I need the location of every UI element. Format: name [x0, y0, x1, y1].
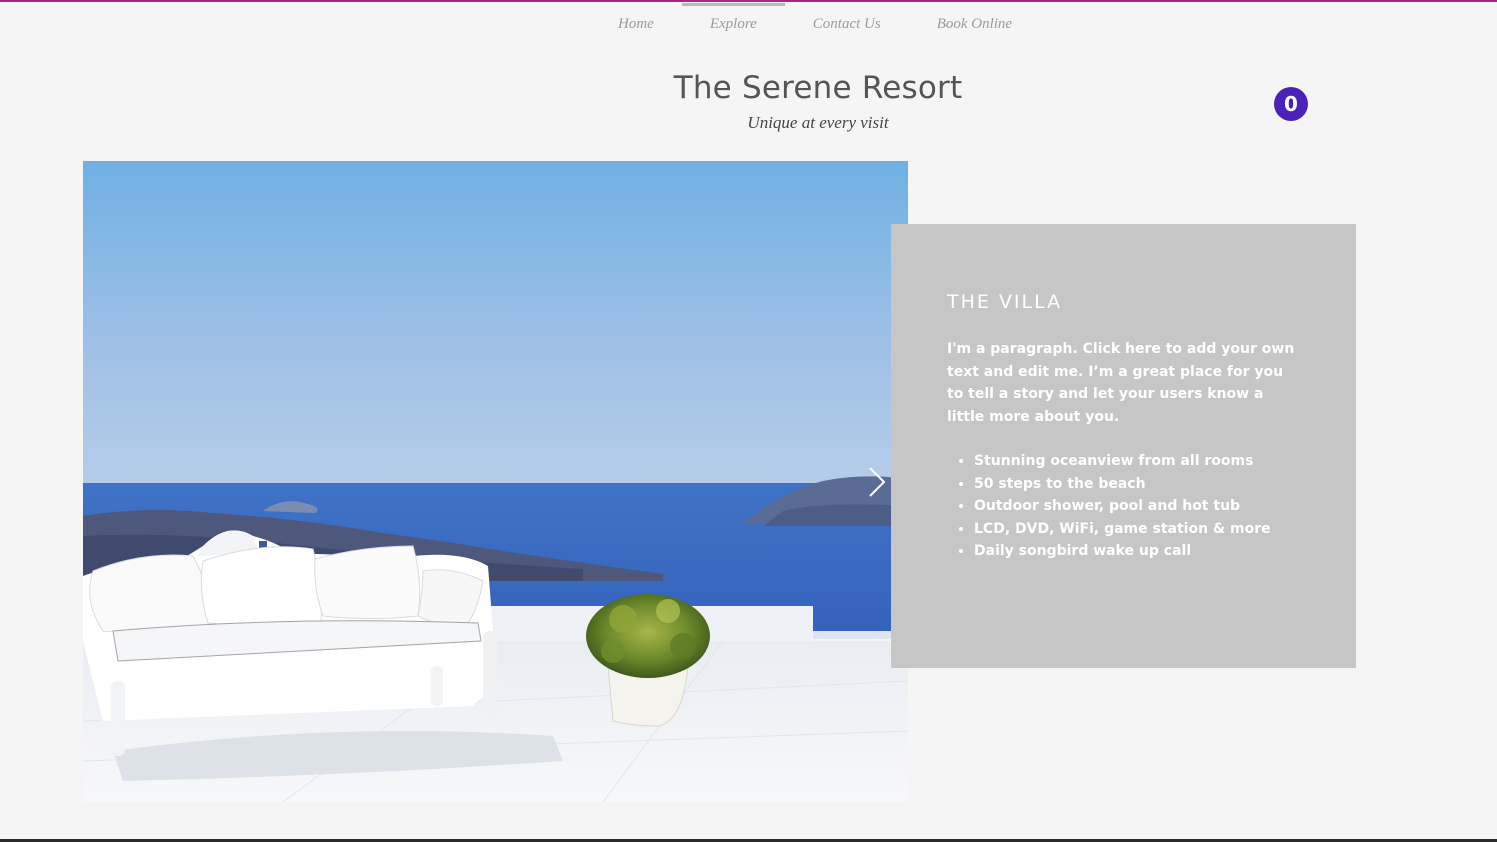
nav-home[interactable]: Home: [590, 3, 682, 43]
site-tagline: Unique at every visit: [747, 113, 889, 132]
feature-item: LCD, DVD, WiFi, game station & more: [974, 518, 1354, 541]
terrace-sea-view-image: [83, 161, 908, 802]
site-title[interactable]: The Serene Resort: [0, 70, 1497, 106]
top-accent-line: [0, 0, 1497, 2]
nav-contact-us[interactable]: Contact Us: [785, 3, 909, 43]
villa-features-list: Stunning oceanview from all rooms 50 ste…: [947, 450, 1354, 563]
chevron-right-icon: [869, 467, 886, 497]
slideshow-next-button[interactable]: [858, 462, 894, 502]
villa-title: THE VILLA: [947, 291, 1063, 313]
nav-explore[interactable]: Explore: [681, 3, 785, 43]
main-nav: Home Explore Contact Us Book Online: [590, 3, 1040, 43]
villa-info-box: THE VILLA I'm a paragraph. Click here to…: [891, 224, 1356, 668]
feature-item: Daily songbird wake up call: [974, 540, 1354, 563]
villa-slideshow[interactable]: [83, 161, 908, 802]
villa-paragraph: I'm a paragraph. Click here to add your …: [947, 341, 1295, 425]
feature-item: 50 steps to the beach: [974, 473, 1354, 496]
feature-item: Outdoor shower, pool and hot tub: [974, 495, 1354, 518]
nav-book-online[interactable]: Book Online: [909, 3, 1040, 43]
cart-count-badge[interactable]: 0: [1274, 87, 1308, 121]
feature-item: Stunning oceanview from all rooms: [974, 450, 1354, 473]
